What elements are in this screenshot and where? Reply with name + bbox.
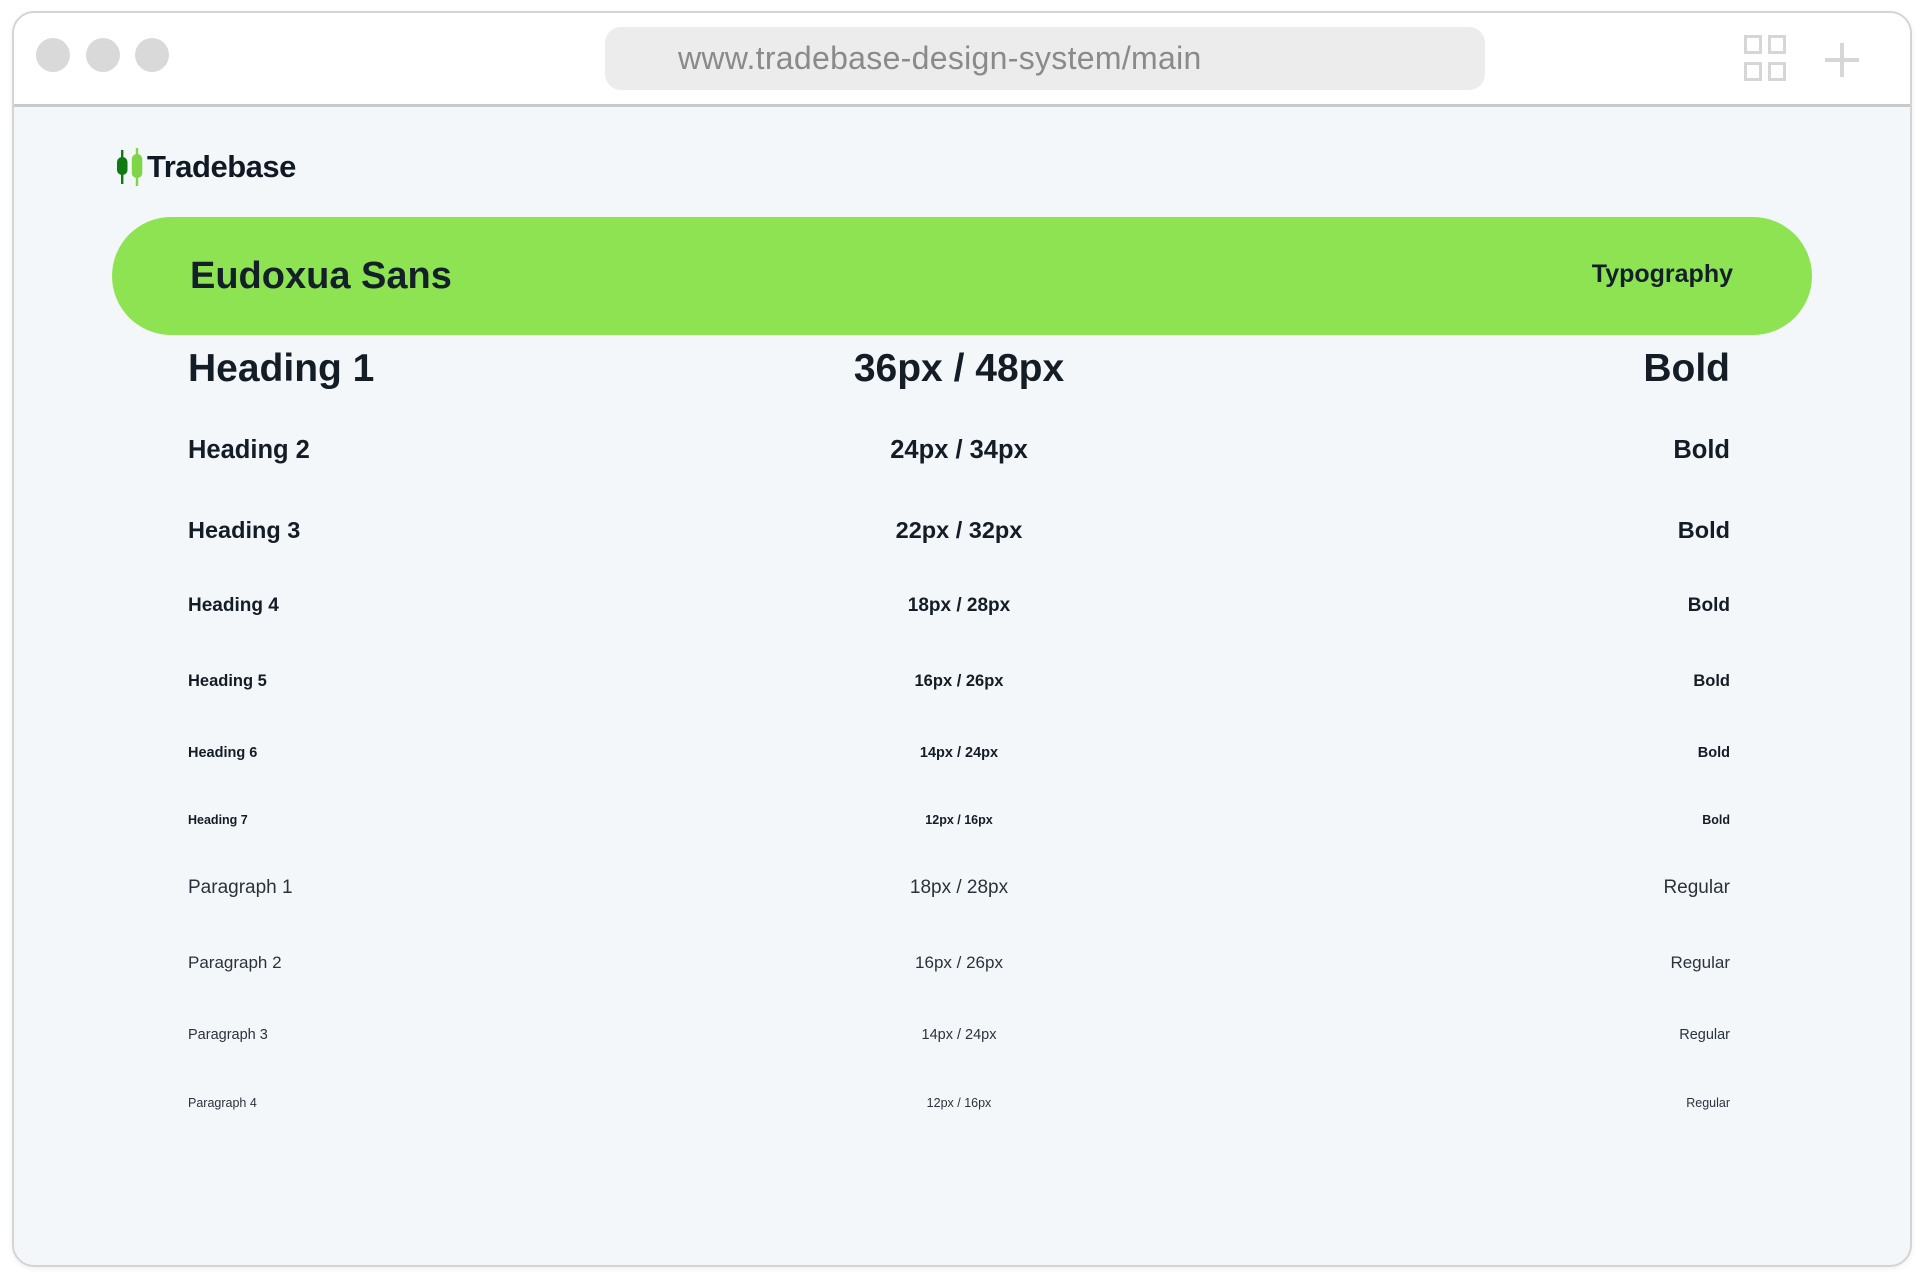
- type-scale-name: Paragraph 1: [188, 877, 293, 898]
- type-scale-weight: Regular: [1663, 877, 1730, 898]
- address-bar[interactable]: www.tradebase-design-system/main: [605, 27, 1485, 90]
- typography-banner: Eudoxua Sans Typography: [112, 217, 1812, 335]
- type-scale-weight: Bold: [1697, 745, 1730, 761]
- candlestick-icon: [117, 148, 143, 186]
- type-scale-name: Heading 6: [188, 745, 258, 761]
- type-scale-row: Heading 5 16px / 26px Bold: [188, 651, 1730, 711]
- window-close-button[interactable]: [36, 38, 70, 72]
- type-scale-size: 12px / 16px: [926, 1096, 992, 1110]
- type-scale-row: Paragraph 3 14px / 24px Regular: [188, 1005, 1730, 1065]
- type-scale-size: 14px / 24px: [921, 1027, 997, 1043]
- type-scale-weight: Regular: [1670, 953, 1730, 972]
- type-scale-name: Heading 1: [188, 347, 375, 390]
- type-scale-name: Heading 7: [188, 813, 248, 827]
- type-scale-size: 18px / 28px: [907, 595, 1011, 616]
- type-scale-name: Heading 3: [188, 517, 301, 543]
- type-scale-weight: Bold: [1693, 672, 1730, 690]
- address-bar-url: www.tradebase-design-system/main: [678, 40, 1202, 76]
- page-content: Tradebase Eudoxua Sans Typography Headin…: [14, 107, 1910, 1265]
- new-tab-plus-icon[interactable]: [1823, 41, 1861, 79]
- type-scale-size: 24px / 34px: [890, 436, 1028, 464]
- tabs-grid-icon[interactable]: [1744, 35, 1786, 81]
- type-scale-row: Heading 3 22px / 32px Bold: [188, 500, 1730, 560]
- type-scale-size: 12px / 16px: [925, 813, 993, 827]
- type-scale-size: 16px / 26px: [914, 672, 1004, 690]
- type-scale-row: Paragraph 4 12px / 16px Regular: [188, 1073, 1730, 1133]
- type-scale-weight: Bold: [1702, 813, 1730, 827]
- type-scale-weight: Bold: [1643, 347, 1730, 390]
- type-scale-weight: Bold: [1677, 517, 1730, 543]
- type-scale-row: Heading 7 12px / 16px Bold: [188, 790, 1730, 850]
- type-scale-size: 22px / 32px: [895, 517, 1023, 543]
- type-scale-weight: Bold: [1687, 595, 1730, 616]
- type-scale-name: Paragraph 3: [188, 1027, 268, 1043]
- type-scale-name: Heading 5: [188, 672, 267, 690]
- browser-window: www.tradebase-design-system/main Tradeba…: [12, 11, 1912, 1267]
- type-scale-weight: Regular: [1686, 1096, 1730, 1110]
- type-scale-name: Paragraph 4: [188, 1096, 257, 1110]
- type-scale-size: 16px / 26px: [915, 953, 1003, 972]
- brand-logo[interactable]: Tradebase: [115, 147, 296, 187]
- type-scale-name: Heading 4: [188, 595, 279, 616]
- type-scale-row: Heading 1 36px / 48px Bold: [188, 339, 1730, 399]
- window-minimize-button[interactable]: [86, 38, 120, 72]
- type-scale-weight: Regular: [1679, 1027, 1730, 1043]
- type-scale-row: Paragraph 1 18px / 28px Regular: [188, 858, 1730, 918]
- type-scale-name: Paragraph 2: [188, 953, 282, 972]
- type-scale-row: Heading 6 14px / 24px Bold: [188, 723, 1730, 783]
- browser-toolbar: www.tradebase-design-system/main: [14, 13, 1910, 107]
- type-scale-size: 36px / 48px: [853, 347, 1065, 390]
- type-scale-row: Heading 2 24px / 34px Bold: [188, 420, 1730, 480]
- type-scale-weight: Bold: [1673, 436, 1730, 464]
- section-label: Typography: [1591, 260, 1733, 288]
- font-family-title: Eudoxua Sans: [190, 255, 452, 297]
- type-scale-size: 14px / 24px: [919, 745, 999, 761]
- window-maximize-button[interactable]: [135, 38, 169, 72]
- type-scale-name: Heading 2: [188, 436, 310, 464]
- brand-name: Tradebase: [147, 149, 296, 184]
- type-scale-row: Paragraph 2 16px / 26px Regular: [188, 933, 1730, 993]
- type-scale-size: 18px / 28px: [909, 877, 1009, 898]
- type-scale-row: Heading 4 18px / 28px Bold: [188, 576, 1730, 636]
